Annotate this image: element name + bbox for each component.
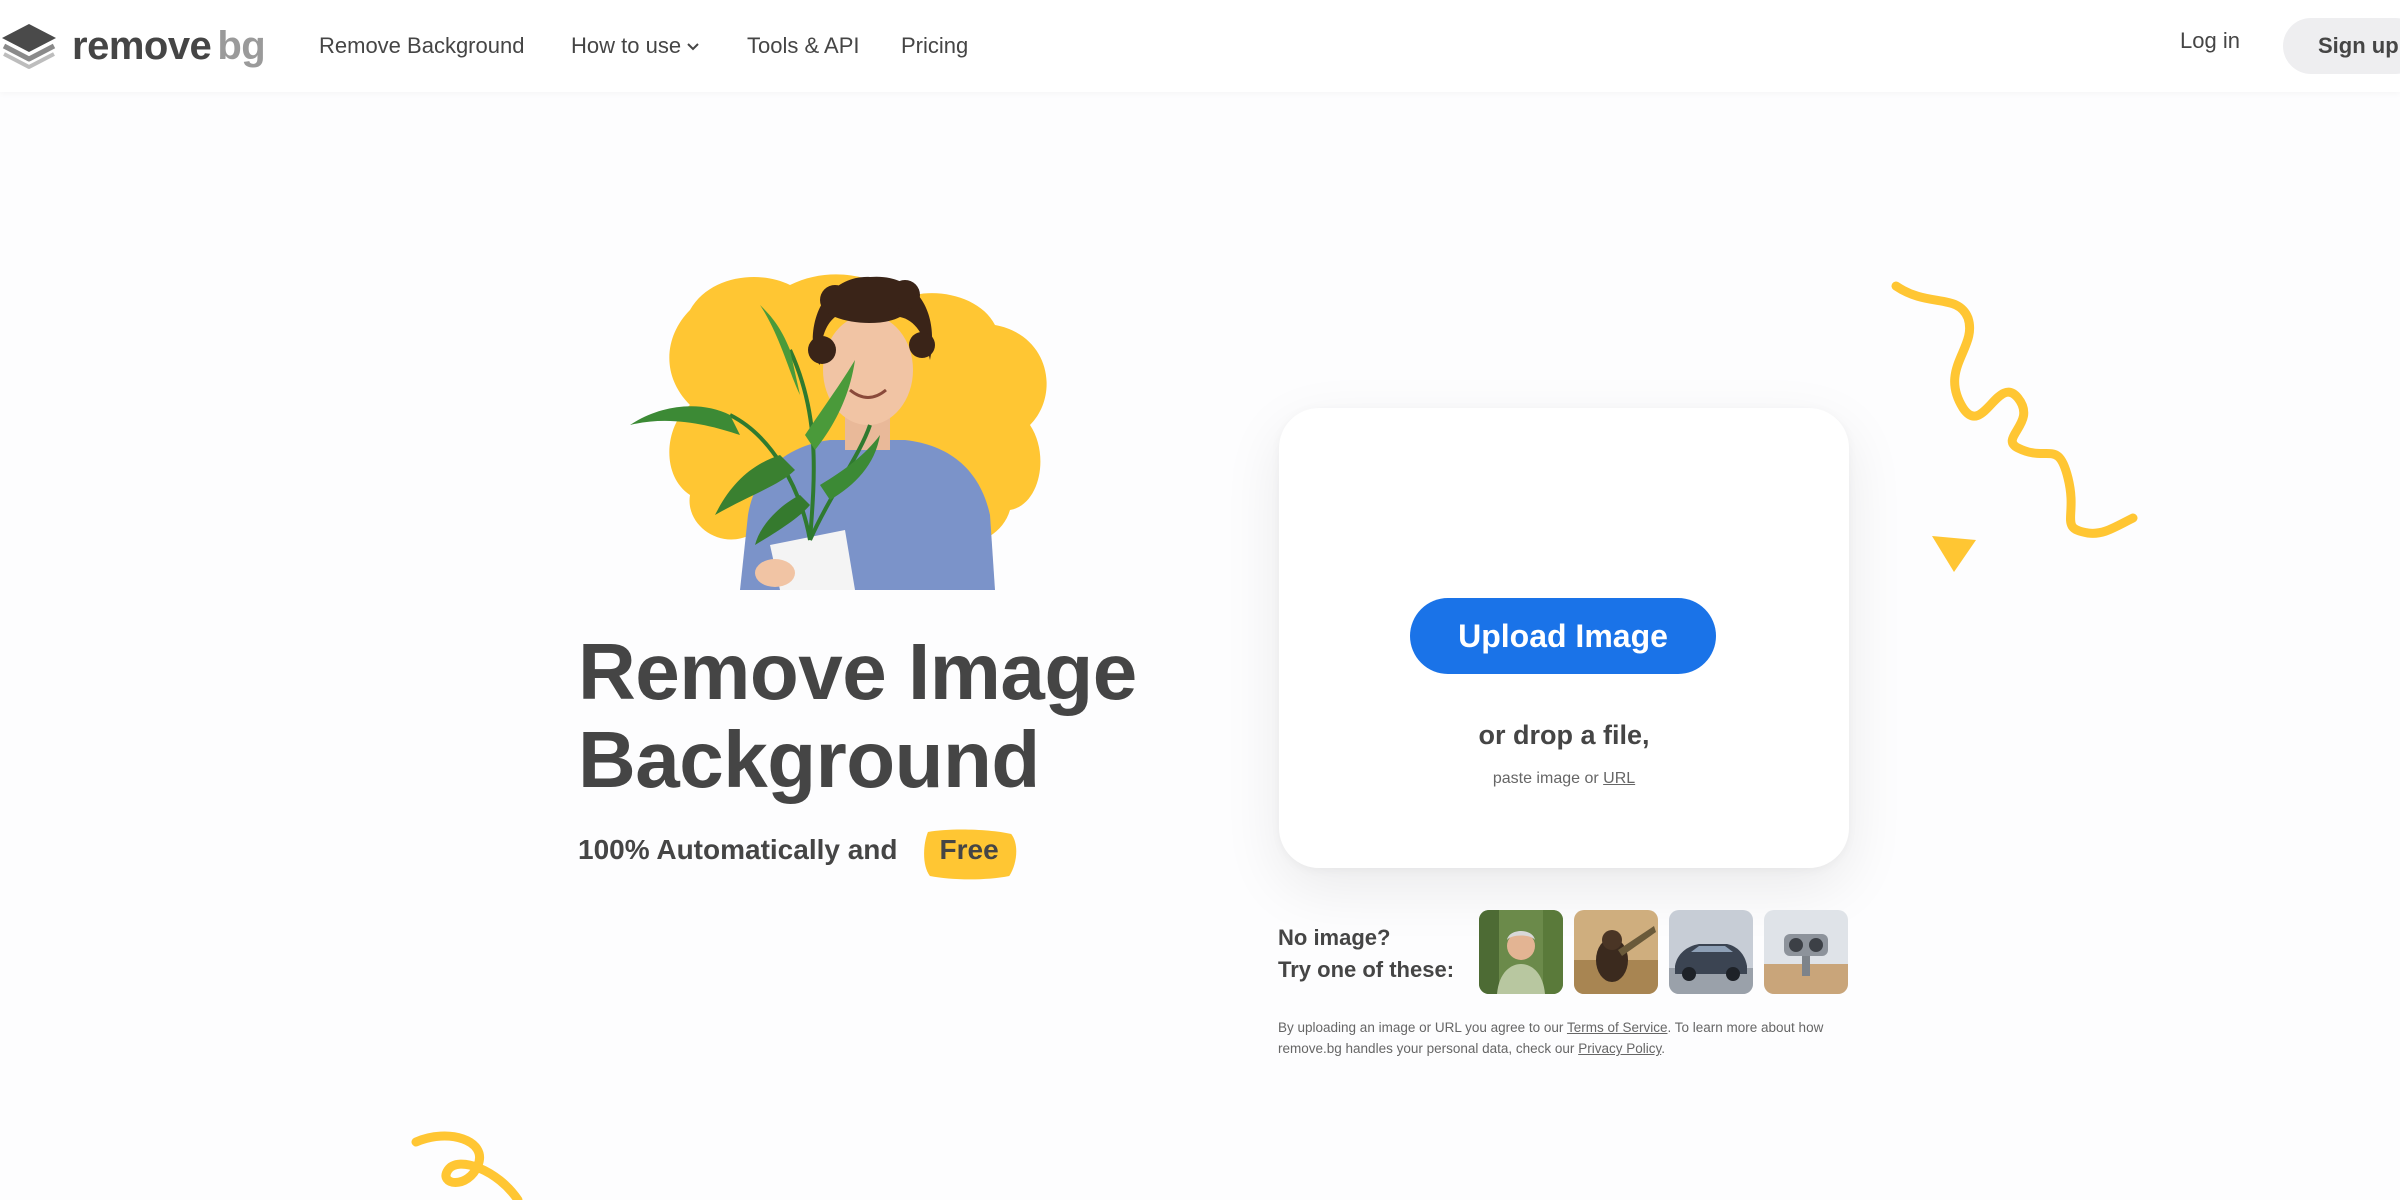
login-link[interactable]: Log in [2180,28,2240,54]
sample-image-animal[interactable] [1574,910,1658,994]
upload-card[interactable]: Upload Image or drop a file, paste image… [1279,408,1849,868]
top-navbar: remove bg Remove Background How to use To… [0,0,2400,92]
nav-remove-background[interactable]: Remove Background [319,28,524,64]
yellow-curl-decoration [411,1131,523,1200]
nav-pricing[interactable]: Pricing [901,28,968,64]
logo-text: remove bg [72,23,266,68]
privacy-policy-link[interactable]: Privacy Policy [1578,1041,1661,1056]
terms-of-service-link[interactable]: Terms of Service [1567,1020,1668,1035]
free-badge: Free [920,829,1019,880]
paste-hint: paste image or URL [1492,770,1636,787]
yellow-triangle-decoration [1932,536,1976,572]
sample-image-product[interactable] [1764,910,1848,994]
url-link[interactable]: URL [1603,770,1635,787]
nav-how-to-use[interactable]: How to use [571,28,700,64]
sample-image-person[interactable] [1479,910,1563,994]
upload-image-button[interactable]: Upload Image [1410,598,1716,674]
layers-logo-icon [2,24,56,69]
hero-illustration [630,274,1047,590]
drop-file-text: or drop a file, [1478,720,1650,750]
hero-subtitle: 100% Automatically and Free [578,829,1019,880]
yellow-squiggle-decoration [1891,281,2138,538]
hero-headline: Remove Image Background [578,627,1137,804]
signup-button[interactable]: Sign up [2283,18,2400,74]
terms-notice: By uploading an image or URL you agree t… [1278,1020,1824,1056]
nav-tools-api[interactable]: Tools & API [747,28,860,64]
sample-prompt: No image? Try one of these: [1278,925,1455,982]
sample-image-car[interactable] [1669,910,1753,994]
logo[interactable]: remove bg [0,22,266,70]
chevron-down-icon [687,43,699,51]
